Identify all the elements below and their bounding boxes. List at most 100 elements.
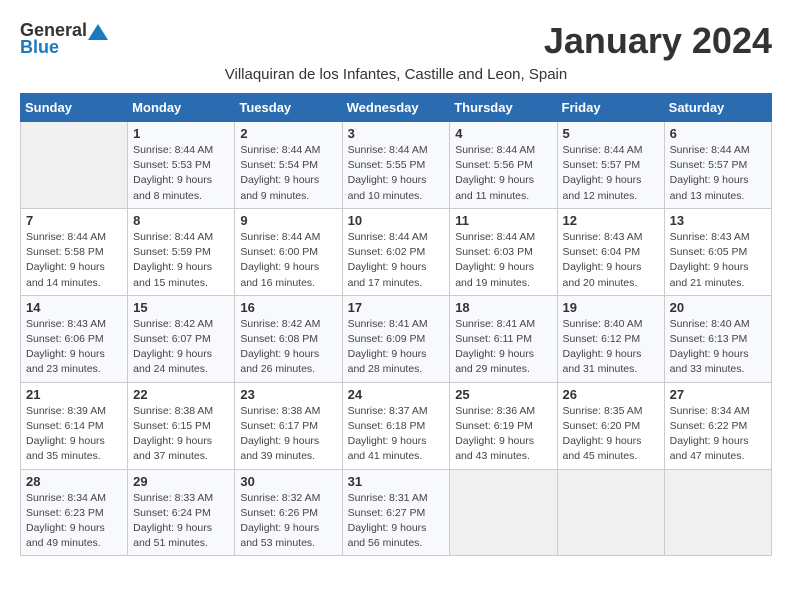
day-info: Sunrise: 8:39 AM Sunset: 6:14 PM Dayligh… [26,404,122,465]
day-number: 4 [455,126,551,141]
day-number: 20 [670,300,766,315]
day-header-sunday: Sunday [21,94,128,122]
day-number: 22 [133,387,229,402]
day-number: 17 [348,300,445,315]
day-info: Sunrise: 8:31 AM Sunset: 6:27 PM Dayligh… [348,491,445,552]
day-number: 23 [240,387,336,402]
calendar-cell: 5Sunrise: 8:44 AM Sunset: 5:57 PM Daylig… [557,122,664,209]
calendar-cell: 4 Sunrise: 8:44 AM Sunset: 5:56 PM Daylig… [450,122,557,209]
day-number: 12 [563,213,659,228]
calendar-cell [664,469,771,556]
calendar-cell: 18Sunrise: 8:41 AM Sunset: 6:11 PM Dayli… [450,295,557,382]
day-number: 11 [455,213,551,228]
day-number: 18 [455,300,551,315]
day-number: 29 [133,474,229,489]
calendar-cell: 20 Sunrise: 8:40 AM Sunset: 6:13 PM Dayli… [664,295,771,382]
calendar-cell: 8 Sunrise: 8:44 AM Sunset: 5:59 PM Daylig… [128,208,235,295]
calendar-cell: 9 Sunrise: 8:44 AM Sunset: 6:00 PM Daylig… [235,208,342,295]
calendar-cell: 16Sunrise: 8:42 AM Sunset: 6:08 PM Dayli… [235,295,342,382]
calendar-cell: 12 Sunrise: 8:43 AM Sunset: 6:04 PM Dayli… [557,208,664,295]
day-info: Sunrise: 8:33 AM Sunset: 6:24 PM Dayligh… [133,491,229,552]
day-header-saturday: Saturday [664,94,771,122]
calendar-cell: 6 Sunrise: 8:44 AM Sunset: 5:57 PM Daylig… [664,122,771,209]
calendar-cell: 31 Sunrise: 8:31 AM Sunset: 6:27 PM Dayli… [342,469,450,556]
day-number: 21 [26,387,122,402]
day-number: 25 [455,387,551,402]
calendar-cell: 26 Sunrise: 8:35 AM Sunset: 6:20 PM Dayli… [557,382,664,469]
calendar-cell [557,469,664,556]
day-number: 2 [240,126,336,141]
calendar-table: SundayMondayTuesdayWednesdayThursdayFrid… [20,93,772,556]
day-info: Sunrise: 8:44 AM Sunset: 5:57 PM Dayligh… [563,143,659,204]
calendar-cell: 25 Sunrise: 8:36 AM Sunset: 6:19 PM Dayli… [450,382,557,469]
day-info: Sunrise: 8:40 AM Sunset: 6:13 PM Dayligh… [670,317,766,378]
calendar-cell: 27Sunrise: 8:34 AM Sunset: 6:22 PM Dayli… [664,382,771,469]
day-number: 8 [133,213,229,228]
calendar-cell: 23 Sunrise: 8:38 AM Sunset: 6:17 PM Dayli… [235,382,342,469]
calendar-cell: 11Sunrise: 8:44 AM Sunset: 6:03 PM Dayli… [450,208,557,295]
day-number: 7 [26,213,122,228]
day-number: 24 [348,387,445,402]
day-info: Sunrise: 8:38 AM Sunset: 6:17 PM Dayligh… [240,404,336,465]
day-info: Sunrise: 8:37 AM Sunset: 6:18 PM Dayligh… [348,404,445,465]
calendar-subtitle: Villaquiran de los Infantes, Castille an… [20,66,772,83]
day-number: 10 [348,213,445,228]
logo: General Blue [20,20,108,58]
day-info: Sunrise: 8:44 AM Sunset: 5:54 PM Dayligh… [240,143,336,204]
logo-blue-text: Blue [20,37,59,58]
day-info: Sunrise: 8:38 AM Sunset: 6:15 PM Dayligh… [133,404,229,465]
day-header-tuesday: Tuesday [235,94,342,122]
calendar-week-3: 14 Sunrise: 8:43 AM Sunset: 6:06 PM Dayli… [21,295,772,382]
day-info: Sunrise: 8:43 AM Sunset: 6:05 PM Dayligh… [670,230,766,291]
day-info: Sunrise: 8:43 AM Sunset: 6:06 PM Dayligh… [26,317,122,378]
day-number: 6 [670,126,766,141]
calendar-body: 1 Sunrise: 8:44 AM Sunset: 5:53 PM Daylig… [21,122,772,556]
day-number: 14 [26,300,122,315]
calendar-cell: 29 Sunrise: 8:33 AM Sunset: 6:24 PM Dayli… [128,469,235,556]
calendar-cell: 14 Sunrise: 8:43 AM Sunset: 6:06 PM Dayli… [21,295,128,382]
calendar-week-1: 1 Sunrise: 8:44 AM Sunset: 5:53 PM Daylig… [21,122,772,209]
day-number: 31 [348,474,445,489]
calendar-cell: 22 Sunrise: 8:38 AM Sunset: 6:15 PM Dayli… [128,382,235,469]
calendar-cell: 1 Sunrise: 8:44 AM Sunset: 5:53 PM Daylig… [128,122,235,209]
day-header-wednesday: Wednesday [342,94,450,122]
day-info: Sunrise: 8:44 AM Sunset: 5:53 PM Dayligh… [133,143,229,204]
calendar-cell [21,122,128,209]
day-number: 1 [133,126,229,141]
calendar-cell: 7Sunrise: 8:44 AM Sunset: 5:58 PM Daylig… [21,208,128,295]
day-header-friday: Friday [557,94,664,122]
calendar-cell: 30Sunrise: 8:32 AM Sunset: 6:26 PM Dayli… [235,469,342,556]
calendar-cell: 3 Sunrise: 8:44 AM Sunset: 5:55 PM Daylig… [342,122,450,209]
calendar-cell: 10 Sunrise: 8:44 AM Sunset: 6:02 PM Dayli… [342,208,450,295]
day-info: Sunrise: 8:44 AM Sunset: 6:02 PM Dayligh… [348,230,445,291]
day-header-thursday: Thursday [450,94,557,122]
calendar-cell: 24 Sunrise: 8:37 AM Sunset: 6:18 PM Dayli… [342,382,450,469]
day-header-monday: Monday [128,94,235,122]
day-info: Sunrise: 8:44 AM Sunset: 5:56 PM Dayligh… [455,143,551,204]
day-number: 30 [240,474,336,489]
day-number: 9 [240,213,336,228]
day-info: Sunrise: 8:41 AM Sunset: 6:09 PM Dayligh… [348,317,445,378]
day-number: 13 [670,213,766,228]
day-info: Sunrise: 8:44 AM Sunset: 5:59 PM Dayligh… [133,230,229,291]
calendar-cell: 2 Sunrise: 8:44 AM Sunset: 5:54 PM Daylig… [235,122,342,209]
day-number: 15 [133,300,229,315]
day-number: 16 [240,300,336,315]
day-number: 3 [348,126,445,141]
day-info: Sunrise: 8:43 AM Sunset: 6:04 PM Dayligh… [563,230,659,291]
day-info: Sunrise: 8:44 AM Sunset: 6:00 PM Dayligh… [240,230,336,291]
day-info: Sunrise: 8:36 AM Sunset: 6:19 PM Dayligh… [455,404,551,465]
calendar-week-5: 28Sunrise: 8:34 AM Sunset: 6:23 PM Dayli… [21,469,772,556]
calendar-cell: 21 Sunrise: 8:39 AM Sunset: 6:14 PM Dayli… [21,382,128,469]
calendar-cell: 19Sunrise: 8:40 AM Sunset: 6:12 PM Dayli… [557,295,664,382]
day-info: Sunrise: 8:35 AM Sunset: 6:20 PM Dayligh… [563,404,659,465]
day-number: 27 [670,387,766,402]
page-header: General Blue January 2024 [20,20,772,62]
day-number: 26 [563,387,659,402]
calendar-cell: 15Sunrise: 8:42 AM Sunset: 6:07 PM Dayli… [128,295,235,382]
calendar-week-2: 7Sunrise: 8:44 AM Sunset: 5:58 PM Daylig… [21,208,772,295]
calendar-cell: 28Sunrise: 8:34 AM Sunset: 6:23 PM Dayli… [21,469,128,556]
calendar-cell: 17 Sunrise: 8:41 AM Sunset: 6:09 PM Dayli… [342,295,450,382]
day-info: Sunrise: 8:44 AM Sunset: 5:55 PM Dayligh… [348,143,445,204]
day-info: Sunrise: 8:44 AM Sunset: 5:57 PM Dayligh… [670,143,766,204]
